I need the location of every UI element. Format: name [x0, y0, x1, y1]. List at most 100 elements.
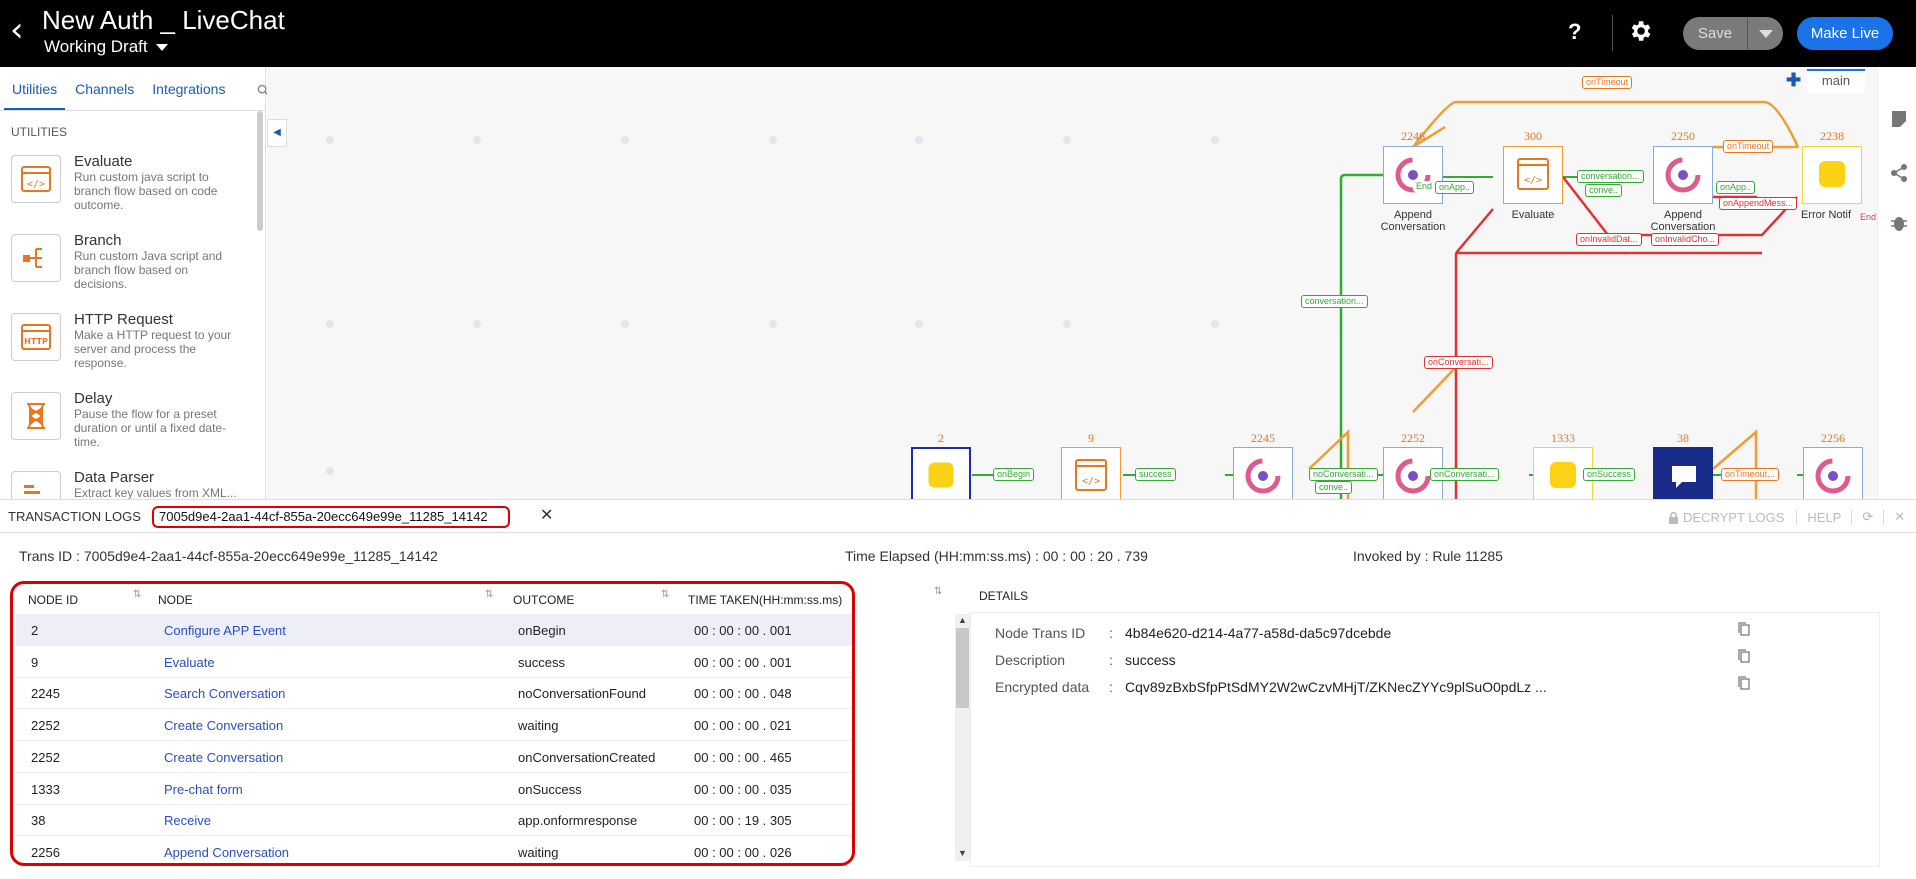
cell-outcome: waiting: [518, 718, 559, 734]
cell-node[interactable]: Configure APP Event: [164, 623, 286, 638]
node-receive[interactable]: [1653, 447, 1713, 499]
refresh-icon[interactable]: ⟳: [1852, 509, 1885, 525]
logo-icon: [1395, 157, 1431, 193]
cell-id: 2252: [31, 718, 60, 734]
transaction-tab[interactable]: 7005d9e4-2aa1-44cf-855a-20ecc649e99e_112…: [152, 506, 510, 528]
svg-text:</>: </>: [1524, 175, 1542, 186]
utility-http-request[interactable]: HTTP HTTP Request Make a HTTP request to…: [0, 301, 265, 380]
lock-icon: [1669, 511, 1678, 524]
node-append-conversation[interactable]: [1383, 146, 1443, 204]
edge-label: onConversati...: [1424, 356, 1493, 369]
edge-label: onBegin: [993, 468, 1035, 481]
node-configure-app-event[interactable]: [911, 447, 971, 499]
column-header[interactable]: NODE ID: [28, 593, 78, 607]
svg-text:HTTP: HTTP: [24, 337, 48, 346]
scrollbar-thumb[interactable]: [956, 628, 969, 708]
close-icon[interactable]: ✕: [1884, 509, 1915, 525]
sort-icon[interactable]: ⇅: [934, 586, 942, 597]
node-append-conversation-2[interactable]: [1653, 146, 1713, 204]
detail-key: Encrypted data: [995, 679, 1090, 695]
table-row[interactable]: 2 Configure APP Event onBegin 00 : 00 : 00 …: [16, 614, 852, 646]
edge-label: End: [1413, 181, 1436, 192]
code-icon: </>: [1075, 459, 1107, 491]
cell-time: 00 : 00 : 00 . 021: [694, 718, 792, 734]
save-dropdown-button[interactable]: [1747, 17, 1783, 50]
node-evaluate[interactable]: </>: [1503, 146, 1563, 204]
cell-node[interactable]: Search Conversation: [164, 686, 285, 701]
panel-tabs: Utilities Channels Integrations: [0, 67, 270, 111]
draft-selector[interactable]: Working Draft: [44, 37, 168, 57]
transaction-logs-bar: TRANSACTION LOGS 7005d9e4-2aa1-44cf-855a…: [0, 499, 1916, 533]
flow-canvas[interactable]: ◀ ✚ main 2246 Append Conversation 300 </…: [267, 67, 1877, 499]
node-search-conversation[interactable]: [1233, 447, 1293, 499]
sort-icon[interactable]: ⇅: [485, 589, 493, 600]
save-button[interactable]: Save: [1683, 17, 1747, 50]
invoked-by-text: Invoked by : Rule 11285: [1353, 548, 1503, 564]
cell-node[interactable]: Create Conversation: [164, 718, 283, 733]
gear-icon[interactable]: [1627, 18, 1653, 44]
table-row[interactable]: 2252 Create Conversation onConversationCre…: [16, 741, 852, 773]
utilities-panel: Utilities Channels Integrations UTILITIE…: [0, 67, 270, 499]
utility-name: HTTP Request: [74, 311, 173, 328]
utility-evaluate[interactable]: </> Evaluate Run custom java script to b…: [0, 143, 265, 222]
copy-icon[interactable]: [1738, 676, 1750, 690]
scroll-up-icon[interactable]: ▲: [958, 615, 967, 625]
copy-icon[interactable]: [1738, 649, 1750, 663]
note-icon[interactable]: [1889, 109, 1909, 129]
copy-icon[interactable]: [1738, 622, 1750, 636]
sort-icon[interactable]: ⇅: [661, 589, 669, 600]
table-row[interactable]: 2252 Create Conversation waiting 00 : 00 : …: [16, 709, 852, 742]
close-icon[interactable]: ✕: [540, 505, 553, 525]
node-error-notif[interactable]: [1802, 146, 1862, 204]
utility-delay[interactable]: Delay Pause the flow for a preset durati…: [0, 380, 265, 459]
bug-icon[interactable]: [1889, 213, 1909, 233]
cell-id: 1333: [31, 781, 60, 797]
edge-label: onApp..: [1435, 181, 1475, 194]
table-row[interactable]: 38 Receive app.onformresponse 00 : 00 : 19 …: [16, 804, 852, 837]
node-append-conversation-3[interactable]: [1803, 447, 1863, 499]
cell-id: 2: [31, 623, 39, 638]
node-label: Error Notif: [1800, 209, 1852, 221]
node-evaluate-9[interactable]: </>: [1061, 447, 1121, 499]
tab-integrations[interactable]: Integrations: [144, 67, 233, 110]
edge-label: onTimeout: [1723, 140, 1774, 153]
utility-branch[interactable]: Branch Run custom Java script and branch…: [0, 222, 265, 301]
detail-key: Description: [995, 652, 1066, 668]
help-icon[interactable]: ?: [1568, 19, 1581, 45]
cell-time: 00 : 00 : 00 . 465: [694, 749, 792, 765]
utility-data-parser[interactable]: Data Parser Extract key values from XML.…: [0, 459, 265, 499]
table-row[interactable]: 1333 Pre-chat form onSuccess 00 : 00 : 00 .…: [16, 773, 852, 805]
header-divider: [1612, 15, 1613, 51]
cell-node[interactable]: Append Conversation: [164, 845, 289, 860]
edge-label: success: [1135, 468, 1176, 481]
edge-label: onConversati...: [1430, 468, 1499, 481]
app-header: ‹ New Auth _ LiveChat Working Draft ? Sa…: [0, 0, 1916, 67]
save-group: Save: [1683, 17, 1783, 50]
cell-node[interactable]: Pre-chat form: [164, 782, 243, 797]
sort-icon[interactable]: ⇅: [133, 589, 141, 600]
make-live-button[interactable]: Make Live: [1797, 17, 1893, 50]
cell-node[interactable]: Evaluate: [164, 655, 215, 670]
node-id: 9: [1088, 431, 1094, 445]
cell-id: 2245: [31, 686, 60, 702]
svg-text:</>: </>: [1082, 476, 1100, 487]
help-button[interactable]: HELP: [1797, 509, 1853, 525]
column-header[interactable]: OUTCOME: [513, 593, 574, 607]
cell-node[interactable]: Receive: [164, 813, 211, 828]
tab-channels[interactable]: Channels: [67, 67, 142, 110]
share-icon[interactable]: [1889, 163, 1909, 183]
back-arrow-icon[interactable]: ‹: [10, 12, 34, 52]
table-scrollbar[interactable]: ▲ ▼: [955, 614, 970, 861]
cell-id: 38: [31, 813, 46, 829]
tab-utilities[interactable]: Utilities: [4, 67, 66, 110]
column-header[interactable]: NODE: [158, 593, 193, 607]
node-label: Append Conversation: [1650, 209, 1716, 233]
table-row[interactable]: 9 Evaluate success 00 : 00 : 00 . 001: [16, 646, 852, 678]
cell-node[interactable]: Create Conversation: [164, 750, 283, 765]
column-header[interactable]: TIME TAKEN(HH:mm:ss.ms): [688, 593, 842, 607]
scroll-down-icon[interactable]: ▼: [958, 848, 967, 858]
decrypt-logs-button[interactable]: DECRYPT LOGS: [1683, 509, 1798, 525]
panel-scrollbar[interactable]: [257, 111, 263, 231]
table-row[interactable]: 2245 Search Conversation noConversationFou…: [16, 677, 852, 710]
table-row[interactable]: 2256 Append Conversation waiting 00 : 00 : …: [16, 836, 852, 863]
